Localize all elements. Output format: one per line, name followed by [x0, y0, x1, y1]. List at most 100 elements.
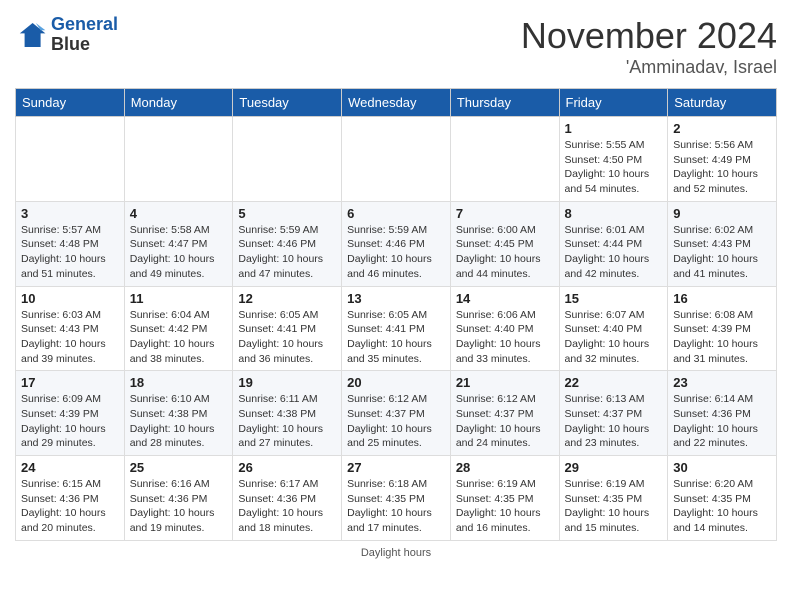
day-info: Sunrise: 5:59 AMSunset: 4:46 PMDaylight:…: [238, 223, 336, 282]
day-info: Sunrise: 6:05 AMSunset: 4:41 PMDaylight:…: [238, 308, 336, 367]
title-block: November 2024 'Amminadav, Israel: [521, 15, 777, 78]
day-info: Sunrise: 5:55 AMSunset: 4:50 PMDaylight:…: [565, 138, 663, 197]
calendar-cell: 26 Sunrise: 6:17 AMSunset: 4:36 PMDayligh…: [233, 456, 342, 541]
calendar-cell: 14 Sunrise: 6:06 AMSunset: 4:40 PMDayligh…: [450, 286, 559, 371]
day-info: Sunrise: 6:10 AMSunset: 4:38 PMDaylight:…: [130, 392, 228, 451]
day-info: Sunrise: 6:05 AMSunset: 4:41 PMDaylight:…: [347, 308, 445, 367]
daylight-label: Daylight hours: [361, 547, 431, 559]
calendar-week-row: 24 Sunrise: 6:15 AMSunset: 4:36 PMDayligh…: [16, 456, 777, 541]
day-number: 26: [238, 460, 336, 475]
calendar-cell: 5 Sunrise: 5:59 AMSunset: 4:46 PMDaylight…: [233, 201, 342, 286]
weekday-header-saturday: Saturday: [668, 89, 777, 117]
calendar-cell: 17Sunrise: 6:09 AMSunset: 4:39 PMDayligh…: [16, 371, 125, 456]
calendar-table: SundayMondayTuesdayWednesdayThursdayFrid…: [15, 88, 777, 541]
footer: Daylight hours: [15, 547, 777, 559]
weekday-header-monday: Monday: [124, 89, 233, 117]
day-info: Sunrise: 6:07 AMSunset: 4:40 PMDaylight:…: [565, 308, 663, 367]
day-number: 9: [673, 206, 771, 221]
month-title: November 2024: [521, 15, 777, 57]
calendar-cell: [233, 117, 342, 202]
day-number: 27: [347, 460, 445, 475]
day-info: Sunrise: 6:00 AMSunset: 4:45 PMDaylight:…: [456, 223, 554, 282]
day-number: 3: [21, 206, 119, 221]
day-info: Sunrise: 6:13 AMSunset: 4:37 PMDaylight:…: [565, 392, 663, 451]
day-info: Sunrise: 6:15 AMSunset: 4:36 PMDaylight:…: [21, 477, 119, 536]
day-info: Sunrise: 6:03 AMSunset: 4:43 PMDaylight:…: [21, 308, 119, 367]
day-number: 18: [130, 375, 228, 390]
calendar-cell: 18 Sunrise: 6:10 AMSunset: 4:38 PMDayligh…: [124, 371, 233, 456]
calendar-cell: 19 Sunrise: 6:11 AMSunset: 4:38 PMDayligh…: [233, 371, 342, 456]
calendar-cell: 22Sunrise: 6:13 AMSunset: 4:37 PMDayligh…: [559, 371, 668, 456]
calendar-week-row: 1 Sunrise: 5:55 AMSunset: 4:50 PMDaylight…: [16, 117, 777, 202]
day-info: Sunrise: 6:09 AMSunset: 4:39 PMDaylight:…: [21, 392, 119, 451]
calendar-cell: 25 Sunrise: 6:16 AMSunset: 4:36 PMDayligh…: [124, 456, 233, 541]
calendar-cell: 4Sunrise: 5:58 AMSunset: 4:47 PMDaylight…: [124, 201, 233, 286]
day-number: 6: [347, 206, 445, 221]
calendar-cell: 2Sunrise: 5:56 AMSunset: 4:49 PMDaylight…: [668, 117, 777, 202]
day-number: 7: [456, 206, 554, 221]
calendar-week-row: 3 Sunrise: 5:57 AMSunset: 4:48 PMDaylight…: [16, 201, 777, 286]
day-number: 24: [21, 460, 119, 475]
day-info: Sunrise: 5:59 AMSunset: 4:46 PMDaylight:…: [347, 223, 445, 282]
weekday-header-row: SundayMondayTuesdayWednesdayThursdayFrid…: [16, 89, 777, 117]
weekday-header-tuesday: Tuesday: [233, 89, 342, 117]
day-number: 23: [673, 375, 771, 390]
calendar-cell: 24 Sunrise: 6:15 AMSunset: 4:36 PMDayligh…: [16, 456, 125, 541]
day-number: 30: [673, 460, 771, 475]
day-number: 15: [565, 291, 663, 306]
calendar-cell: 6 Sunrise: 5:59 AMSunset: 4:46 PMDaylight…: [342, 201, 451, 286]
day-number: 11: [130, 291, 228, 306]
day-number: 12: [238, 291, 336, 306]
page: General Blue November 2024 'Amminadav, I…: [0, 0, 792, 569]
day-info: Sunrise: 6:19 AMSunset: 4:35 PMDaylight:…: [456, 477, 554, 536]
calendar-cell: 1 Sunrise: 5:55 AMSunset: 4:50 PMDaylight…: [559, 117, 668, 202]
calendar-cell: 20 Sunrise: 6:12 AMSunset: 4:37 PMDayligh…: [342, 371, 451, 456]
logo-text: General Blue: [51, 15, 118, 55]
day-info: Sunrise: 6:20 AMSunset: 4:35 PMDaylight:…: [673, 477, 771, 536]
day-info: Sunrise: 6:11 AMSunset: 4:38 PMDaylight:…: [238, 392, 336, 451]
calendar-cell: 30 Sunrise: 6:20 AMSunset: 4:35 PMDayligh…: [668, 456, 777, 541]
calendar-cell: 9Sunrise: 6:02 AMSunset: 4:43 PMDaylight…: [668, 201, 777, 286]
calendar-week-row: 17Sunrise: 6:09 AMSunset: 4:39 PMDayligh…: [16, 371, 777, 456]
calendar-cell: 28Sunrise: 6:19 AMSunset: 4:35 PMDayligh…: [450, 456, 559, 541]
calendar-cell: [450, 117, 559, 202]
day-info: Sunrise: 6:17 AMSunset: 4:36 PMDaylight:…: [238, 477, 336, 536]
day-number: 5: [238, 206, 336, 221]
calendar-cell: 16Sunrise: 6:08 AMSunset: 4:39 PMDayligh…: [668, 286, 777, 371]
calendar-cell: [342, 117, 451, 202]
day-info: Sunrise: 6:06 AMSunset: 4:40 PMDaylight:…: [456, 308, 554, 367]
weekday-header-sunday: Sunday: [16, 89, 125, 117]
day-number: 20: [347, 375, 445, 390]
calendar-cell: 13 Sunrise: 6:05 AMSunset: 4:41 PMDayligh…: [342, 286, 451, 371]
day-number: 8: [565, 206, 663, 221]
calendar-cell: 23Sunrise: 6:14 AMSunset: 4:36 PMDayligh…: [668, 371, 777, 456]
day-info: Sunrise: 6:08 AMSunset: 4:39 PMDaylight:…: [673, 308, 771, 367]
day-info: Sunrise: 6:12 AMSunset: 4:37 PMDaylight:…: [347, 392, 445, 451]
day-info: Sunrise: 6:12 AMSunset: 4:37 PMDaylight:…: [456, 392, 554, 451]
calendar-cell: 3 Sunrise: 5:57 AMSunset: 4:48 PMDaylight…: [16, 201, 125, 286]
weekday-header-thursday: Thursday: [450, 89, 559, 117]
weekday-header-friday: Friday: [559, 89, 668, 117]
day-number: 14: [456, 291, 554, 306]
day-info: Sunrise: 6:19 AMSunset: 4:35 PMDaylight:…: [565, 477, 663, 536]
calendar-cell: 21Sunrise: 6:12 AMSunset: 4:37 PMDayligh…: [450, 371, 559, 456]
location-title: 'Amminadav, Israel: [521, 57, 777, 78]
day-number: 1: [565, 121, 663, 136]
day-number: 2: [673, 121, 771, 136]
day-info: Sunrise: 5:58 AMSunset: 4:47 PMDaylight:…: [130, 223, 228, 282]
day-number: 13: [347, 291, 445, 306]
day-number: 10: [21, 291, 119, 306]
day-info: Sunrise: 6:16 AMSunset: 4:36 PMDaylight:…: [130, 477, 228, 536]
header: General Blue November 2024 'Amminadav, I…: [15, 15, 777, 78]
day-info: Sunrise: 5:57 AMSunset: 4:48 PMDaylight:…: [21, 223, 119, 282]
calendar-cell: 7 Sunrise: 6:00 AMSunset: 4:45 PMDaylight…: [450, 201, 559, 286]
calendar-cell: 11 Sunrise: 6:04 AMSunset: 4:42 PMDayligh…: [124, 286, 233, 371]
day-number: 25: [130, 460, 228, 475]
day-number: 19: [238, 375, 336, 390]
weekday-header-wednesday: Wednesday: [342, 89, 451, 117]
calendar-cell: 12 Sunrise: 6:05 AMSunset: 4:41 PMDayligh…: [233, 286, 342, 371]
calendar-cell: [16, 117, 125, 202]
calendar-cell: 8Sunrise: 6:01 AMSunset: 4:44 PMDaylight…: [559, 201, 668, 286]
calendar-cell: 10 Sunrise: 6:03 AMSunset: 4:43 PMDayligh…: [16, 286, 125, 371]
day-info: Sunrise: 6:04 AMSunset: 4:42 PMDaylight:…: [130, 308, 228, 367]
